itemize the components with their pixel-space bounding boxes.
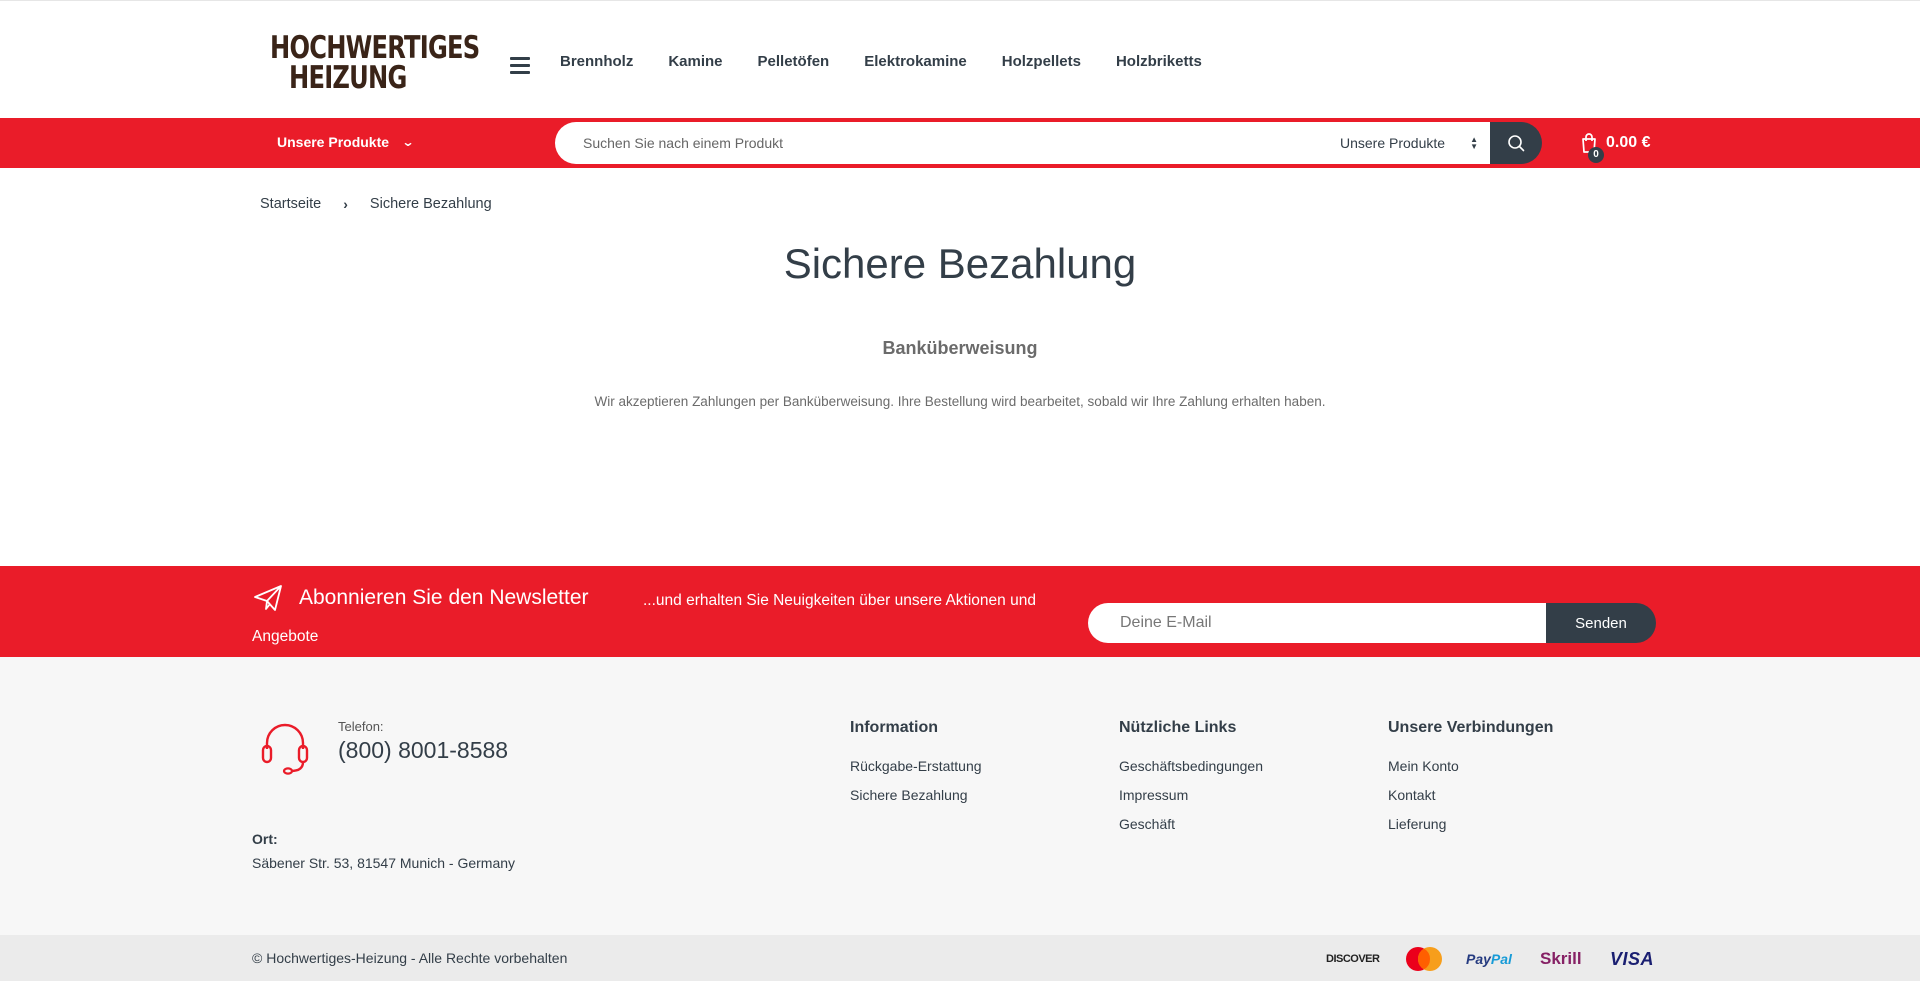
headset-icon <box>261 723 309 775</box>
nav-item-holzbriketts[interactable]: Holzbriketts <box>1116 53 1202 70</box>
footer-column-title: Unsere Verbindungen <box>1388 719 1554 736</box>
newsletter-text-line1: ...und erhalten Sie Neuigkeiten über uns… <box>643 592 1036 609</box>
location-value: Säbener Str. 53, 81547 Munich - Germany <box>252 855 516 871</box>
footer-column-information: Information Rückgabe-Erstattung Sichere … <box>850 719 982 816</box>
footer-link-kontakt[interactable]: Kontakt <box>1388 787 1553 804</box>
footer-link-rueckgabe[interactable]: Rückgabe-Erstattung <box>850 758 982 775</box>
site-footer: Telefon: (800) 8001-8588 Ort: Säbener St… <box>0 657 1920 935</box>
chevron-down-icon: ⌄ <box>401 135 415 149</box>
site-logo[interactable]: HOCHWERTIGES HEIZUNG <box>270 30 480 97</box>
footer-column-connections: Unsere Verbindungen Mein Konto Kontakt L… <box>1388 719 1553 845</box>
nav-item-kamine[interactable]: Kamine <box>668 53 722 70</box>
nav-item-elektrokamine[interactable]: Elektrokamine <box>864 53 967 70</box>
logo-line-2: HEIZUNG <box>289 60 407 96</box>
paypal-text-1: Pay <box>1466 951 1491 967</box>
phone-label: Telefon: <box>338 719 384 734</box>
chevron-right-icon: › <box>343 196 348 212</box>
footer-link-impressum[interactable]: Impressum <box>1119 787 1263 804</box>
nav-item-holzpellets[interactable]: Holzpellets <box>1002 53 1081 70</box>
categories-label: Unsere Produkte <box>277 134 390 150</box>
mini-cart[interactable]: 0 0.00 € <box>1580 130 1670 163</box>
breadcrumb-current: Sichere Bezahlung <box>369 196 492 212</box>
newsletter-bar: Abonnieren Sie den Newsletter ...und erh… <box>0 566 1920 657</box>
search-box: Unsere Produkte ▲▼ <box>555 122 1490 164</box>
nav-item-pelletoefen[interactable]: Pelletöfen <box>758 53 830 70</box>
page: HOCHWERTIGES HEIZUNG Brennholz Kamine Pe… <box>0 0 1920 991</box>
footer-link-agb[interactable]: Geschäftsbedingungen <box>1119 758 1263 775</box>
discover-icon: DISCOVER <box>1326 953 1380 965</box>
footer-link-lieferung[interactable]: Lieferung <box>1388 816 1553 833</box>
newsletter-email-input[interactable] <box>1088 603 1548 643</box>
section-heading: Banküberweisung <box>882 338 1038 358</box>
search-input[interactable] <box>555 122 1315 164</box>
cart-total: 0.00 € <box>1606 134 1651 151</box>
mastercard-icon <box>1403 945 1445 973</box>
search-button[interactable] <box>1490 122 1542 164</box>
phone-number[interactable]: (800) 8001-8588 <box>338 737 508 764</box>
cart-count-badge: 0 <box>1588 147 1604 163</box>
footer-column-links: Nützliche Links Geschäftsbedingungen Imp… <box>1119 719 1263 845</box>
footer-column-title: Nützliche Links <box>1119 719 1237 736</box>
section-text: Wir akzeptieren Zahlungen per Banküberwe… <box>594 394 1326 409</box>
footer-link-sichere-bezahlung[interactable]: Sichere Bezahlung <box>850 787 982 804</box>
location-label: Ort: <box>252 831 278 847</box>
copyright-text: © Hochwertiges-Heizung - Alle Rechte vor… <box>252 950 568 966</box>
site-header: HOCHWERTIGES HEIZUNG Brennholz Kamine Pe… <box>0 1 1920 119</box>
bottom-bar: © Hochwertiges-Heizung - Alle Rechte vor… <box>0 935 1920 981</box>
breadcrumb: Startseite › Sichere Bezahlung <box>260 196 492 212</box>
breadcrumb-home[interactable]: Startseite <box>260 196 321 212</box>
footer-column-title: Information <box>850 719 938 736</box>
payment-icons: DISCOVER Pay Pal Skrill VISA <box>1326 945 1658 973</box>
logo-line-1: HOCHWERTIGES <box>270 30 480 66</box>
paper-plane-icon <box>254 585 282 611</box>
skrill-icon: Skrill <box>1540 949 1582 968</box>
nav-item-brennholz[interactable]: Brennholz <box>560 53 633 70</box>
page-title: Sichere Bezahlung <box>783 240 1137 287</box>
newsletter-submit-button[interactable]: Senden <box>1546 603 1656 643</box>
newsletter-text-line2: Angebote <box>252 628 319 645</box>
categories-dropdown[interactable]: Unsere Produkte ⌄ <box>277 134 415 150</box>
visa-icon: VISA <box>1610 948 1655 969</box>
footer-link-mein-konto[interactable]: Mein Konto <box>1388 758 1553 775</box>
paypal-icon: Pay Pal <box>1466 945 1512 973</box>
footer-link-geschaeft[interactable]: Geschäft <box>1119 816 1263 833</box>
menu-icon[interactable] <box>510 57 532 75</box>
search-icon <box>1508 135 1525 152</box>
main-nav: Brennholz Kamine Pelletöfen Elektrokamin… <box>560 53 1237 70</box>
search-category-value: Unsere Produkte <box>1340 135 1446 151</box>
paypal-text-2: Pal <box>1490 951 1512 967</box>
search-bar-strip: Unsere Produkte ⌄ Unsere Produkte ▲▼ 0 0… <box>0 118 1920 168</box>
search-category-select[interactable]: Unsere Produkte ▲ ▼ <box>1340 122 1490 164</box>
newsletter-title: Abonnieren Sie den Newsletter <box>299 586 589 609</box>
select-arrows-icon: ▲ ▼ <box>1470 135 1478 151</box>
